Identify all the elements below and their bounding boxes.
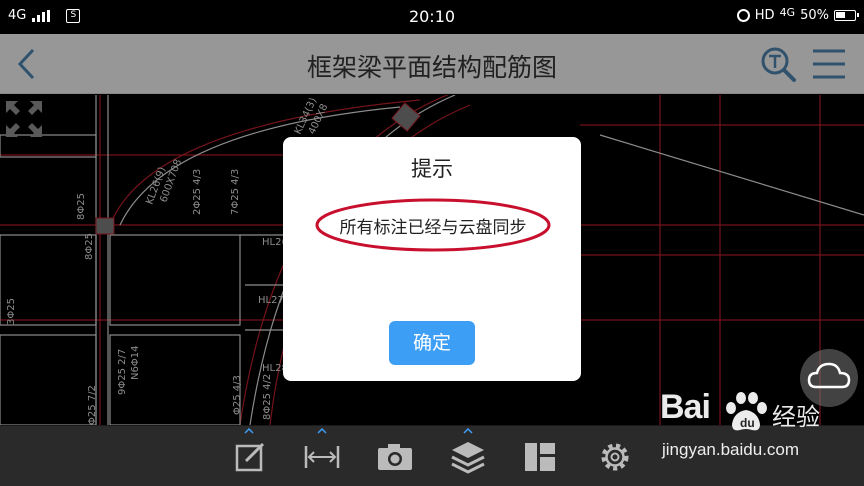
status-time: 20:10 — [408, 7, 456, 26]
watermark-logo-cn: 经验 — [772, 403, 820, 431]
gear-icon — [601, 443, 629, 471]
layers-button[interactable] — [450, 440, 486, 474]
caret-up-icon — [463, 428, 473, 434]
measure-button[interactable] — [304, 440, 340, 474]
settings-button[interactable] — [597, 440, 633, 474]
edit-button[interactable] — [232, 440, 268, 474]
caret-up-icon — [317, 428, 327, 434]
camera-icon — [378, 444, 412, 470]
paw-icon: du — [726, 392, 767, 431]
hd-network: 4G — [779, 6, 796, 19]
layers-icon — [451, 442, 485, 474]
watermark-url: jingyan.baidu.com — [662, 440, 800, 459]
status-right: HD 4G 50% — [736, 6, 859, 23]
dialog-message-area: 所有标注已经与云盘同步 — [315, 198, 551, 252]
layout-button[interactable] — [522, 440, 558, 474]
camera-button[interactable] — [377, 440, 413, 474]
confirm-button[interactable]: 确定 — [389, 321, 475, 365]
measure-icon — [304, 446, 340, 468]
caret-up-icon — [244, 428, 254, 434]
layout-icon — [525, 443, 555, 471]
edit-icon — [235, 442, 265, 472]
svg-text:du: du — [740, 416, 755, 430]
dialog-message: 所有标注已经与云盘同步 — [339, 218, 527, 238]
battery-icon — [834, 10, 859, 21]
status-bar: 4G S 20:10 HD 4G 50% — [0, 0, 864, 34]
alert-dialog: 提示 所有标注已经与云盘同步 确定 — [283, 137, 581, 381]
watermark-logo-text: Bai — [660, 388, 711, 426]
alarm-icon — [736, 9, 750, 22]
dialog-title: 提示 — [411, 157, 453, 181]
hd-label: HD — [754, 8, 775, 23]
battery-level: 50% — [800, 8, 829, 23]
baidu-jingyan-watermark: Bai du 经验 jingyan.baidu.com — [660, 388, 860, 484]
